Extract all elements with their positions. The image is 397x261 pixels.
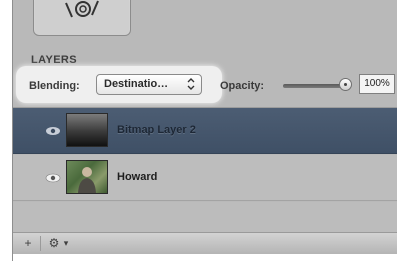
opacity-input[interactable]: 100% [359,74,395,94]
layers-panel: LAYERS Blending: Destinatio… Opacity: 10… [12,0,397,261]
frame-bottom-edge [13,254,397,261]
opacity-slider-knob[interactable] [339,78,352,91]
blending-mode-select[interactable]: Destinatio… [96,74,202,95]
layer-name: Howard [117,171,158,183]
layer-thumbnail [66,160,108,194]
layer-row-howard[interactable]: Howard [13,155,397,201]
layer-list-empty-area [13,202,397,232]
blending-mode-value: Destinatio… [104,78,169,90]
blending-label: Blending: [29,80,80,92]
add-layer-button[interactable]: + [21,236,35,251]
chevron-updown-icon [187,78,195,90]
eye-icon[interactable] [45,173,61,183]
toolbar-separator [40,236,41,251]
eye-icon[interactable] [45,126,61,136]
gear-menu-chevron-icon[interactable]: ▾ [61,236,71,251]
opacity-slider-track[interactable] [283,84,345,88]
person-photo-icon [78,167,96,193]
layer-name: Bitmap Layer 2 [117,124,196,136]
layer-row-bitmap-layer-2[interactable]: Bitmap Layer 2 [13,108,397,154]
layer-thumbnail [66,113,108,147]
gear-icon[interactable]: ⚙ [47,236,61,251]
section-title: LAYERS [31,54,78,66]
tool-well[interactable] [33,0,131,36]
tool-icon [65,0,99,18]
opacity-label: Opacity: [220,80,265,92]
bottom-toolbar: + ⚙ ▾ [13,232,397,255]
